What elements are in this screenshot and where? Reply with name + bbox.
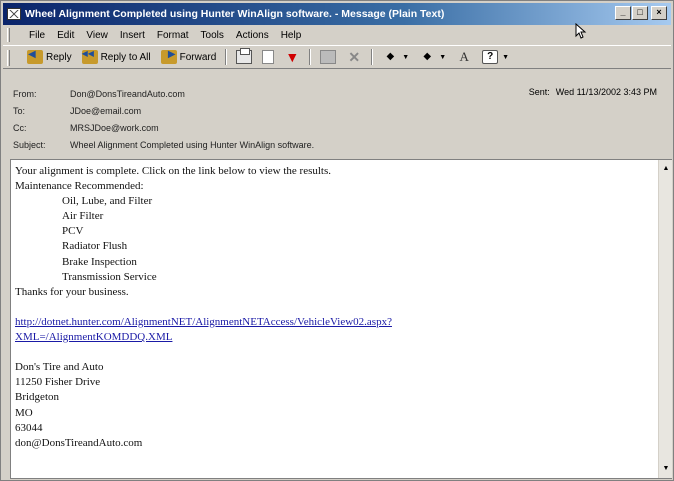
message-body[interactable]: Your alignment is complete. Click on the… [10, 159, 672, 479]
menu-actions[interactable]: Actions [230, 30, 275, 41]
signature-line: Bridgeton [15, 391, 59, 404]
envelope-icon[interactable] [7, 8, 21, 20]
cc-row: Cc: MRSJDoe@work.com [13, 123, 159, 133]
results-link-line1: http://dotnet.hunter.com/AlignmentNET/Al… [15, 315, 655, 330]
printer-icon [236, 48, 253, 64]
previous-dropdown-icon[interactable]: ▼ [402, 54, 409, 61]
flag-button[interactable]: ▼ [280, 47, 304, 67]
minimize-button[interactable]: _ [615, 6, 631, 20]
sent-row: Sent: Wed 11/13/2002 3:43 PM [529, 87, 657, 97]
message-body-text: Your alignment is complete. Click on the… [15, 164, 655, 451]
close-button[interactable]: × [651, 6, 667, 20]
help-dropdown-icon[interactable]: ▼ [502, 54, 509, 61]
signature-line: MO [15, 406, 33, 419]
from-label: From: [13, 89, 37, 99]
maintenance-item: Brake Inspection [62, 255, 137, 268]
scroll-up-icon[interactable]: ▲ [659, 162, 673, 176]
maintenance-item: Oil, Lube, and Filter [62, 195, 153, 208]
forward-icon [160, 49, 177, 64]
from-row: From: Don@DonsTireandAuto.com [13, 89, 185, 99]
to-value[interactable]: JDoe@email.com [70, 106, 141, 116]
title-bar[interactable]: Wheel Alignment Completed using Hunter W… [3, 3, 671, 25]
results-link-continued[interactable]: XML=/AlignmentKOMDDQ.XML [15, 331, 172, 343]
message-header: From: Don@DonsTireandAuto.com Sent: Wed … [3, 70, 671, 158]
maintenance-heading: Maintenance Recommended: [15, 180, 144, 193]
results-link[interactable]: http://dotnet.hunter.com/AlignmentNET/Al… [15, 316, 392, 328]
toolbar-separator [225, 49, 228, 65]
signature-email: don@DonsTireandAuto.com [15, 436, 143, 449]
menu-file[interactable]: File [23, 30, 51, 41]
menu-grip[interactable] [7, 28, 10, 42]
next-item-button[interactable]: ◆ ▼ [415, 47, 450, 67]
toolbar-separator [371, 49, 374, 65]
subject-label: Subject: [13, 140, 46, 150]
vertical-scrollbar[interactable]: ▲ ▼ [658, 160, 672, 478]
forward-label: Forward [179, 51, 217, 63]
toolbar-separator [309, 49, 312, 65]
intro-line: Your alignment is complete. Click on the… [15, 165, 332, 177]
print-button[interactable] [232, 47, 256, 67]
menu-format[interactable]: Format [151, 30, 195, 41]
sent-label: Sent: [528, 87, 550, 97]
move-to-folder-button[interactable] [316, 47, 340, 67]
maintenance-item: Radiator Flush [62, 240, 128, 253]
menu-insert[interactable]: Insert [114, 30, 151, 41]
maximize-button[interactable]: □ [632, 6, 648, 20]
standard-toolbar: Reply Reply to All Forward ▼ ✕ ◆ ▼ [3, 45, 671, 69]
address-book-icon: A [459, 49, 469, 64]
toolbar-grip[interactable] [7, 50, 10, 66]
thanks-line: Thanks for your business. [15, 285, 129, 298]
address-book-button[interactable]: A [452, 47, 476, 67]
reply-all-label: Reply to All [100, 51, 151, 63]
forward-button[interactable]: Forward [157, 47, 221, 67]
reply-button[interactable]: Reply [23, 47, 76, 67]
mouse-cursor-icon [575, 23, 587, 39]
menu-bar: File Edit View Insert Format Tools Actio… [3, 26, 671, 44]
copy-button[interactable] [258, 47, 278, 67]
signature-line: 11250 Fisher Drive [15, 376, 101, 389]
results-link-line2: XML=/AlignmentKOMDDQ.XML [15, 330, 655, 345]
next-arrow-icon: ◆ [423, 51, 432, 62]
subject-row: Subject: Wheel Alignment Completed using… [13, 140, 314, 150]
maintenance-item: PCV [62, 225, 84, 238]
message-window: Wheel Alignment Completed using Hunter W… [0, 0, 674, 481]
menu-edit[interactable]: Edit [51, 30, 80, 41]
maintenance-item: Transmission Service [62, 270, 157, 283]
signature-line: 63044 [15, 421, 43, 434]
copy-icon [262, 50, 275, 64]
to-row: To: JDoe@email.com [13, 106, 141, 116]
subject-value: Wheel Alignment Completed using Hunter W… [70, 140, 315, 150]
reply-label: Reply [46, 51, 72, 63]
reply-all-button[interactable]: Reply to All [78, 47, 155, 67]
window-controls: _ □ × [615, 6, 667, 20]
previous-item-button[interactable]: ◆ ▼ [378, 47, 413, 67]
maintenance-item: Air Filter [62, 210, 104, 223]
delete-icon: ✕ [348, 49, 361, 65]
window-title: Wheel Alignment Completed using Hunter W… [25, 8, 445, 20]
menu-help[interactable]: Help [275, 30, 308, 41]
flag-icon: ▼ [285, 49, 300, 65]
previous-arrow-icon: ◆ [386, 51, 395, 62]
reply-all-icon [81, 49, 98, 64]
delete-button[interactable]: ✕ [342, 47, 366, 67]
help-icon: ? [482, 50, 499, 64]
from-value[interactable]: Don@DonsTireandAuto.com [70, 89, 185, 99]
cc-value[interactable]: MRSJDoe@work.com [70, 123, 159, 133]
menu-view[interactable]: View [80, 30, 114, 41]
signature-line: Don's Tire and Auto [15, 361, 104, 374]
to-label: To: [13, 106, 26, 116]
reply-icon [27, 49, 43, 64]
cc-label: Cc: [13, 123, 27, 133]
move-to-folder-icon [320, 50, 337, 64]
menu-tools[interactable]: Tools [195, 30, 230, 41]
scroll-down-icon[interactable]: ▼ [659, 462, 673, 476]
sent-value: Wed 11/13/2002 3:43 PM [555, 87, 657, 97]
help-button[interactable]: ? ▼ [478, 47, 513, 67]
next-dropdown-icon[interactable]: ▼ [439, 54, 446, 61]
